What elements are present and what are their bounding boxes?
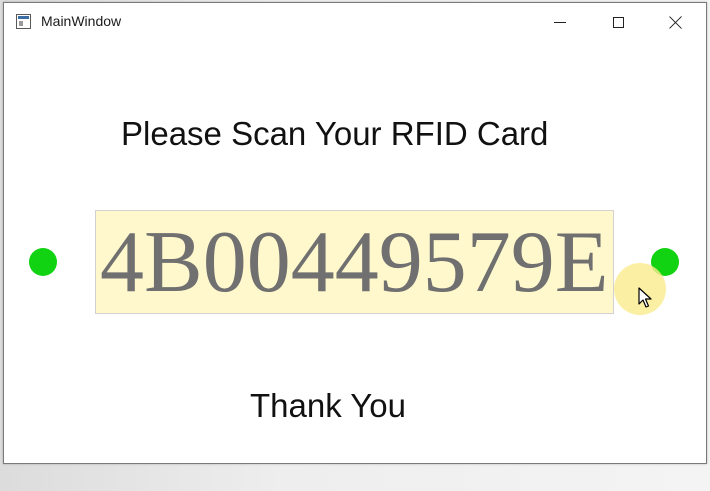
scan-prompt: Please Scan Your RFID Card — [121, 115, 549, 152]
close-button[interactable] — [647, 3, 705, 41]
minimize-icon — [554, 21, 566, 23]
minimize-button[interactable] — [531, 3, 589, 41]
card-id-value: 4B00449579E — [100, 214, 609, 311]
maximize-icon — [612, 16, 624, 28]
maximize-button[interactable] — [589, 3, 647, 41]
mouse-cursor-icon — [638, 287, 652, 308]
title-bar[interactable]: MainWindow — [4, 3, 706, 41]
status-indicator-left — [29, 248, 57, 276]
desktop: MainWindow Please Scan Your RFID Card 4B… — [0, 0, 710, 491]
window-content: Please Scan Your RFID Card 4B00449579E T… — [4, 41, 706, 463]
close-icon — [669, 15, 683, 29]
window-title: MainWindow — [41, 13, 122, 29]
app-window-icon — [16, 14, 31, 29]
card-id-display[interactable]: 4B00449579E — [95, 210, 614, 314]
thank-you-message: Thank You — [250, 387, 406, 424]
main-window: MainWindow Please Scan Your RFID Card 4B… — [3, 2, 707, 464]
